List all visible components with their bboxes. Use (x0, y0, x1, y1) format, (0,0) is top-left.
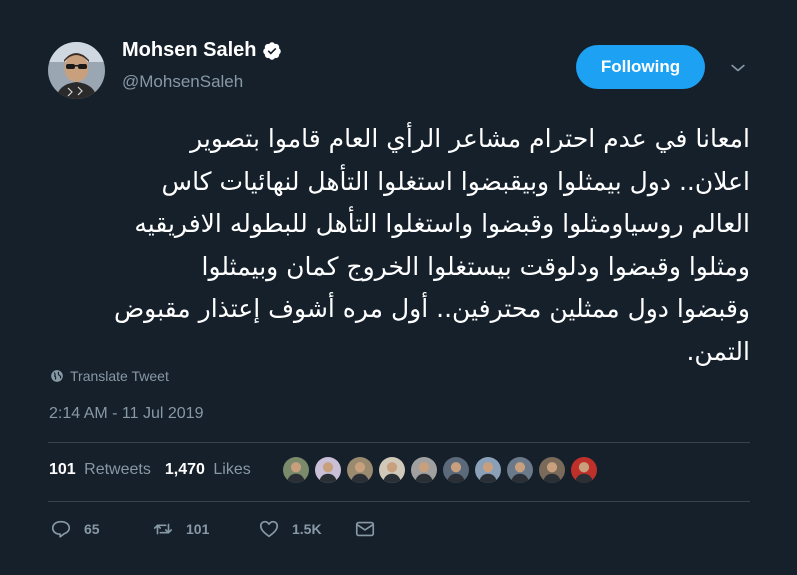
retweets-count[interactable]: 101 (49, 461, 76, 478)
retweet-button[interactable]: 101 (152, 518, 258, 540)
tweet-line: التمن. (686, 336, 750, 366)
tweet-text: امعانا في عدم احترام مشاعر الرأي العام ق… (48, 118, 750, 373)
divider (48, 442, 750, 443)
tweet-line: امعانا في عدم احترام مشاعر الرأي العام ق… (190, 124, 750, 153)
author-handle[interactable]: @MohsenSaleh (122, 72, 243, 92)
heart-icon (259, 520, 279, 538)
translate-label[interactable]: Translate Tweet (70, 368, 169, 384)
reply-button[interactable]: 65 (50, 518, 152, 540)
liker-avatar[interactable] (378, 456, 406, 484)
chevron-down-icon[interactable] (728, 58, 748, 78)
tweet-line: العالم روسياومثلوا وقبضوا واستغلوا التأه… (134, 209, 750, 238)
author-avatar[interactable] (48, 42, 105, 99)
liker-avatars (282, 456, 598, 484)
likes-label[interactable]: Likes (213, 461, 250, 478)
retweets-stat[interactable]: 101 Retweets (49, 461, 151, 479)
tweet-line: اعلان.. دول بيمثلوا وبيقبضوا استغلوا الت… (161, 166, 750, 196)
liker-avatar[interactable] (474, 456, 502, 484)
like-count: 1.5K (292, 521, 322, 537)
divider (48, 501, 750, 502)
retweet-count: 101 (186, 521, 210, 537)
tweet-line: ومثلوا وقبضوا ودلوقت بيستغلوا الخروج كما… (201, 251, 750, 281)
liker-avatar[interactable] (282, 456, 310, 484)
retweets-label[interactable]: Retweets (84, 461, 151, 478)
reply-icon (51, 520, 71, 538)
verified-badge-icon (262, 41, 282, 61)
liker-avatar[interactable] (346, 456, 374, 484)
liker-avatar[interactable] (410, 456, 438, 484)
liker-avatar[interactable] (506, 456, 534, 484)
likes-count[interactable]: 1,470 (165, 461, 205, 478)
liker-avatar[interactable] (538, 456, 566, 484)
tweet-line: وقبضوا دول ممثلين محترفين.. أول مره أشوف… (113, 294, 750, 323)
author-display-name[interactable]: Mohsen Saleh (122, 39, 282, 62)
reply-count: 65 (84, 521, 100, 537)
translate-tweet-link[interactable]: Translate Tweet (50, 368, 169, 384)
globe-icon (50, 369, 64, 383)
engagement-stats: 101 Retweets 1,470 Likes (49, 461, 251, 479)
tweet-actions: 65 101 1.5K (50, 518, 376, 540)
liker-avatar[interactable] (314, 456, 342, 484)
direct-message-button[interactable] (354, 518, 376, 540)
likes-stat[interactable]: 1,470 Likes (165, 461, 251, 479)
liker-avatar[interactable] (442, 456, 470, 484)
retweet-icon (153, 523, 173, 535)
like-button[interactable]: 1.5K (258, 518, 354, 540)
author-name-text[interactable]: Mohsen Saleh (122, 39, 256, 62)
liker-avatar[interactable] (570, 456, 598, 484)
envelope-icon (355, 521, 375, 537)
tweet-timestamp[interactable]: 2:14 AM - 11 Jul 2019 (49, 405, 203, 423)
following-button[interactable]: Following (576, 45, 705, 89)
